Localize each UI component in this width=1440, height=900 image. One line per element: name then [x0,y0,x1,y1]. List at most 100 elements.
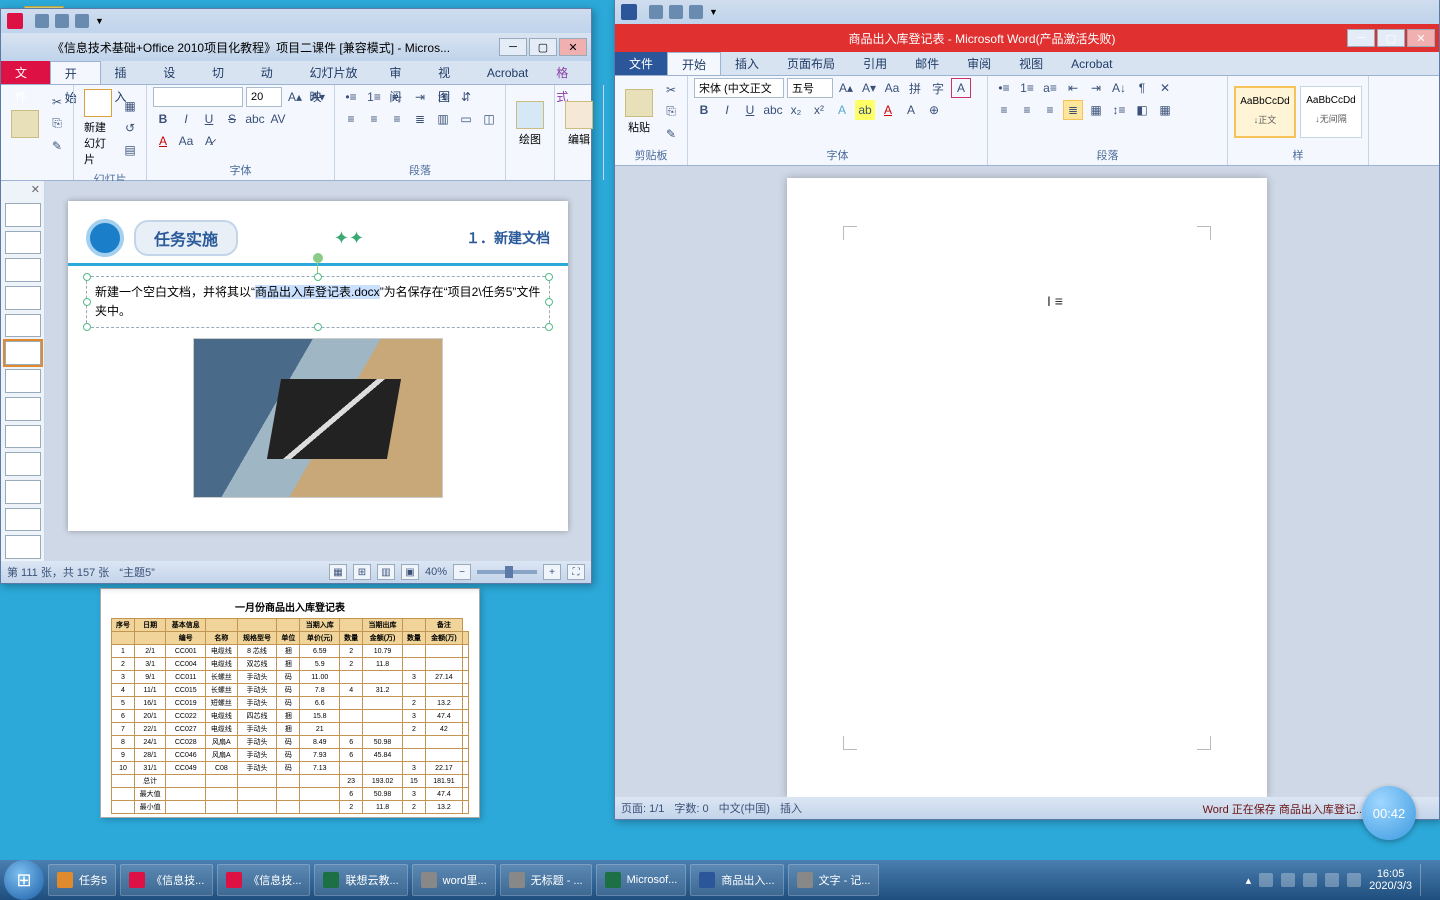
slide-thumb[interactable] [5,203,41,227]
align-text-button[interactable]: ▭ [456,109,476,129]
resize-handle[interactable] [545,273,553,281]
style-no-spacing[interactable]: AaBbCcDd↓无间隔 [1300,86,1362,138]
line-spacing-button[interactable]: ↕≡ [1109,100,1129,120]
shadow-button[interactable]: abc [245,109,265,129]
section-button[interactable]: ▤ [120,140,140,160]
new-slide-button[interactable]: 新建 幻灯片 [80,87,116,169]
qat-dropdown-icon[interactable]: ▼ [95,16,104,26]
reading-view-button[interactable]: ▥ [377,564,395,580]
char-border-button[interactable]: 字 [928,78,948,98]
slide-thumb[interactable] [5,425,41,449]
zoom-out-button[interactable]: − [453,564,471,580]
qat-dropdown-icon[interactable]: ▼ [709,7,718,17]
minimize-button[interactable]: ─ [1347,29,1375,47]
tab-home[interactable]: 开始 [667,52,721,75]
slide-thumb[interactable] [5,231,41,255]
slide-canvas-area[interactable]: 任务实施 ✦✦ １．新建文档 新建一个空白文档，并将其以“商品出入库登记表.do… [45,181,591,561]
tray-expand-icon[interactable]: ▴ [1246,874,1252,887]
tab-mailings[interactable]: 邮件 [901,52,953,75]
network-icon[interactable] [1347,873,1361,887]
taskbar-item[interactable]: 《信息技... [217,864,310,896]
slide-thumb[interactable] [5,452,41,476]
grow-font-button[interactable]: A▴ [285,87,305,107]
slideshow-view-button[interactable]: ▣ [401,564,419,580]
resize-handle[interactable] [83,273,91,281]
rotate-handle-icon[interactable] [313,253,323,263]
tab-transitions[interactable]: 切换 [198,61,247,84]
word-count[interactable]: 字数: 0 [674,800,708,816]
taskbar-item[interactable]: 联想云教... [314,864,407,896]
distribute-button[interactable]: ▦ [1086,100,1106,120]
align-right-button[interactable]: ≡ [1040,100,1060,120]
justify-button[interactable]: ≣ [410,109,430,129]
clear-format-button[interactable]: A̷ [199,131,219,151]
layout-button[interactable]: ▦ [120,96,140,116]
tab-design[interactable]: 设计 [149,61,198,84]
highlight-button[interactable]: ab [855,100,875,120]
font-family-select[interactable] [153,87,243,107]
font-color-button[interactable]: A [878,100,898,120]
slide-thumb[interactable] [5,314,41,338]
tab-animations[interactable]: 动画 [247,61,296,84]
change-case-button[interactable]: Aa [882,78,902,98]
copy-button[interactable]: ⎘ [661,102,681,122]
spacing-button[interactable]: AV [268,109,288,129]
align-center-button[interactable]: ≡ [364,109,384,129]
volume-icon[interactable] [1325,873,1339,887]
cut-button[interactable]: ✂ [661,80,681,100]
bullets-button[interactable]: •≡ [994,78,1014,98]
taskbar-item[interactable]: 《信息技... [120,864,213,896]
italic-button[interactable]: I [176,109,196,129]
resize-handle[interactable] [545,323,553,331]
editing-button[interactable]: 编辑 [561,99,597,149]
redo-icon[interactable] [689,5,703,19]
tab-file[interactable]: 文件 [1,61,50,84]
start-button[interactable]: ⊞ [4,860,44,900]
maximize-button[interactable]: ▢ [1377,29,1405,47]
tab-layout[interactable]: 页面布局 [773,52,849,75]
tab-file[interactable]: 文件 [615,52,667,75]
smartart-button[interactable]: ◫ [479,109,499,129]
close-button[interactable]: ✕ [1407,29,1435,47]
style-normal[interactable]: AaBbCcDd↓正文 [1234,86,1296,138]
pane-close-icon[interactable]: ✕ [31,183,40,196]
word-document-area[interactable]: I ≡ [615,166,1439,797]
slide-thumbnails-pane[interactable]: ✕ [1,181,45,561]
slide-textbox-selected[interactable]: 新建一个空白文档，并将其以“商品出入库登记表.docx”为名保存在“项目2\任务… [86,276,550,328]
bold-button[interactable]: B [694,100,714,120]
insert-mode[interactable]: 插入 [780,800,802,816]
phonetic-guide-button[interactable]: 拼 [905,78,925,98]
tab-acrobat[interactable]: Acrobat [473,61,542,84]
asian-layout-button[interactable]: ✕ [1155,78,1175,98]
slide-thumb[interactable] [5,535,41,559]
reset-button[interactable]: ↺ [120,118,140,138]
taskbar-item[interactable]: 商品出入... [690,864,783,896]
resize-handle[interactable] [314,323,322,331]
taskbar-item[interactable]: Microsof... [596,864,687,896]
bullets-button[interactable]: •≡ [341,87,361,107]
tab-acrobat[interactable]: Acrobat [1057,52,1126,75]
bold-button[interactable]: B [153,109,173,129]
enclose-char-button[interactable]: ⊕ [924,100,944,120]
italic-button[interactable]: I [717,100,737,120]
superscript-button[interactable]: x² [809,100,829,120]
text-direction-button[interactable]: ⇵ [456,87,476,107]
strike-button[interactable]: abc [763,100,783,120]
grow-font-button[interactable]: A▴ [836,78,856,98]
sorter-view-button[interactable]: ⊞ [353,564,371,580]
columns-button[interactable]: ▥ [433,109,453,129]
minimize-button[interactable]: ─ [499,38,527,56]
line-spacing-button[interactable]: ↕≡ [433,87,453,107]
align-left-button[interactable]: ≡ [341,109,361,129]
strike-button[interactable]: S [222,109,242,129]
slide-thumb[interactable] [5,258,41,282]
tab-view[interactable]: 视图 [1005,52,1057,75]
show-marks-button[interactable]: ¶ [1132,78,1152,98]
paste-button[interactable]: 粘贴 [621,87,657,137]
shrink-font-button[interactable]: A▾ [308,87,328,107]
align-right-button[interactable]: ≡ [387,109,407,129]
slide-thumb-current[interactable] [5,341,41,365]
dec-indent-button[interactable]: ⇤ [1063,78,1083,98]
copy-button[interactable]: ⎘ [47,114,67,134]
justify-button[interactable]: ≣ [1063,100,1083,120]
